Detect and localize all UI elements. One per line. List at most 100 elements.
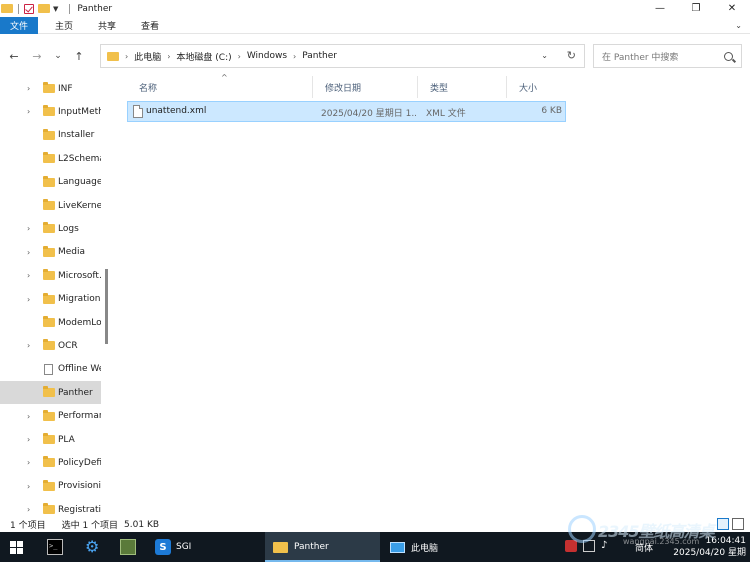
close-button[interactable]: ✕ xyxy=(714,0,750,17)
tree-item[interactable]: › Migration xyxy=(0,288,101,311)
column-header-modified[interactable]: 修改日期 xyxy=(313,76,418,98)
file-modified: 2025/04/20 星期日 1... xyxy=(321,109,416,119)
chevron-right-icon[interactable]: › xyxy=(27,295,30,304)
tree-item[interactable]: › Logs xyxy=(0,217,101,240)
tree-item[interactable]: › PLA xyxy=(0,428,101,451)
breadcrumb-this-pc[interactable]: 此电脑 xyxy=(134,50,161,63)
tree-item[interactable]: › Performan xyxy=(0,405,101,428)
ribbon-tabs: 文件 主页 共享 查看 ⌄ xyxy=(0,16,750,34)
column-header-name[interactable]: 名称 xyxy=(127,76,313,98)
column-header-type[interactable]: 类型 xyxy=(418,76,507,98)
tree-item[interactable]: LiveKernel xyxy=(0,194,101,217)
server-manager-icon[interactable] xyxy=(120,539,136,555)
chevron-right-icon[interactable]: › xyxy=(27,341,30,350)
folder-icon xyxy=(43,269,55,281)
tree-item-label: ModemLo xyxy=(58,317,101,328)
search-icon xyxy=(724,51,733,61)
back-button[interactable]: ← xyxy=(5,50,23,63)
tree-item[interactable]: Installer xyxy=(0,124,101,147)
watermark: 2345壁纸高清桌 wangpai.2345.com xyxy=(568,513,748,546)
breadcrumb-panther[interactable]: Panther xyxy=(302,51,337,61)
chevron-right-icon[interactable]: › xyxy=(27,435,30,444)
maximize-button[interactable]: ❐ xyxy=(678,0,714,17)
tree-item[interactable]: ModemLo xyxy=(0,311,101,334)
folder-icon xyxy=(43,316,55,327)
column-header-size[interactable]: 大小 xyxy=(507,76,567,98)
tree-item-label: InputMeth xyxy=(58,106,101,117)
chevron-right-icon[interactable]: › xyxy=(238,52,241,61)
tree-item[interactable]: › Registratic xyxy=(0,498,101,518)
chevron-right-icon[interactable]: › xyxy=(27,412,30,421)
chevron-right-icon[interactable]: › xyxy=(27,107,30,116)
breadcrumb-local-disk[interactable]: 本地磁盘 (C:) xyxy=(176,50,231,63)
column-label: 大小 xyxy=(519,83,538,94)
tab-view[interactable]: 查看 xyxy=(132,17,168,34)
customize-toolbar-icon[interactable]: ▼ xyxy=(53,5,58,13)
folder-icon xyxy=(43,175,55,187)
tab-share[interactable]: 共享 xyxy=(89,17,125,34)
new-folder-icon[interactable] xyxy=(38,4,50,13)
chevron-right-icon[interactable]: › xyxy=(27,271,30,280)
tab-file[interactable]: 文件 xyxy=(0,16,39,34)
chevron-right-icon[interactable]: › xyxy=(27,458,30,467)
chevron-right-icon[interactable]: › xyxy=(125,52,128,61)
forward-button[interactable]: → xyxy=(28,50,46,63)
folder-icon xyxy=(273,541,288,553)
command-prompt-icon[interactable] xyxy=(47,539,63,555)
column-label: 名称 xyxy=(139,83,158,94)
sgi-icon: S xyxy=(155,539,171,555)
expand-ribbon-icon[interactable]: ⌄ xyxy=(735,21,742,30)
tree-item[interactable]: LanguageO xyxy=(0,171,101,194)
properties-icon[interactable] xyxy=(24,3,34,14)
tree-item[interactable]: › PolicyDefir xyxy=(0,451,101,474)
tree-item[interactable]: Panther xyxy=(0,381,101,405)
tree-item-label: Migration xyxy=(58,294,101,305)
folder-icon xyxy=(43,503,55,515)
tree-item[interactable]: › INF xyxy=(0,77,101,100)
taskbar-app-sgi[interactable]: S SGI xyxy=(150,532,260,562)
tree-item-label: LiveKernel xyxy=(58,200,101,211)
tree-item[interactable]: › Media xyxy=(0,241,101,264)
chevron-right-icon[interactable]: › xyxy=(293,52,296,61)
tree-item[interactable]: Offline We xyxy=(0,358,101,381)
taskbar-app-label: 此电脑 xyxy=(411,543,439,554)
minimize-button[interactable]: — xyxy=(642,0,678,17)
navigation-bar: ← → ⌄ ↑ › 此电脑 › 本地磁盘 (C:) › Windows › Pa… xyxy=(0,40,750,72)
taskbar-app-panther[interactable]: Panther xyxy=(265,532,380,562)
breadcrumb-windows[interactable]: Windows xyxy=(247,51,287,61)
taskbar-app-label: SGI xyxy=(176,542,192,552)
tab-home[interactable]: 主页 xyxy=(46,17,82,34)
windows-start-icon[interactable] xyxy=(10,541,23,554)
item-count: 1 个项目 xyxy=(10,521,46,531)
folder-icon xyxy=(43,409,55,421)
chevron-right-icon[interactable]: › xyxy=(167,52,170,61)
tree-item-label: Microsoft. xyxy=(58,270,101,281)
chevron-right-icon[interactable]: › xyxy=(27,224,30,233)
tree-item-label: PLA xyxy=(58,434,75,445)
search-placeholder: 在 Panther 中搜索 xyxy=(602,52,679,63)
tree-item[interactable]: › Microsoft. xyxy=(0,264,101,287)
tree-item[interactable]: › OCR xyxy=(0,334,101,357)
address-bar[interactable]: › 此电脑 › 本地磁盘 (C:) › Windows › Panther ⌄ … xyxy=(100,44,585,68)
search-input[interactable]: 在 Panther 中搜索 xyxy=(593,44,742,68)
tree-item-label: PolicyDefir xyxy=(58,457,101,468)
refresh-icon[interactable]: ↻ xyxy=(567,49,576,62)
file-type: XML 文件 xyxy=(426,109,466,119)
table-row[interactable]: unattend.xml 2025/04/20 星期日 1... XML 文件 … xyxy=(127,101,566,122)
tree-item[interactable]: › InputMeth xyxy=(0,100,101,123)
navigation-pane[interactable]: › INF › InputMeth Installer L2Schemas Language… xyxy=(0,76,108,518)
folder-icon xyxy=(43,199,55,210)
settings-gear-icon[interactable]: ⚙ xyxy=(85,537,101,556)
chevron-right-icon[interactable]: › xyxy=(27,482,30,491)
up-button[interactable]: ↑ xyxy=(70,50,88,63)
chevron-right-icon[interactable]: › xyxy=(27,84,30,93)
tree-item[interactable]: L2Schemas xyxy=(0,147,101,170)
scrollbar-thumb[interactable] xyxy=(105,269,108,344)
recent-locations-button[interactable]: ⌄ xyxy=(49,51,67,61)
tree-item-label: L2Schemas xyxy=(58,153,101,164)
taskbar-app-this-pc[interactable]: 此电脑 xyxy=(383,532,493,562)
chevron-down-icon[interactable]: ⌄ xyxy=(541,51,548,60)
chevron-right-icon[interactable]: › xyxy=(27,505,30,514)
chevron-right-icon[interactable]: › xyxy=(27,248,30,257)
tree-item[interactable]: › Provisionir xyxy=(0,475,101,498)
